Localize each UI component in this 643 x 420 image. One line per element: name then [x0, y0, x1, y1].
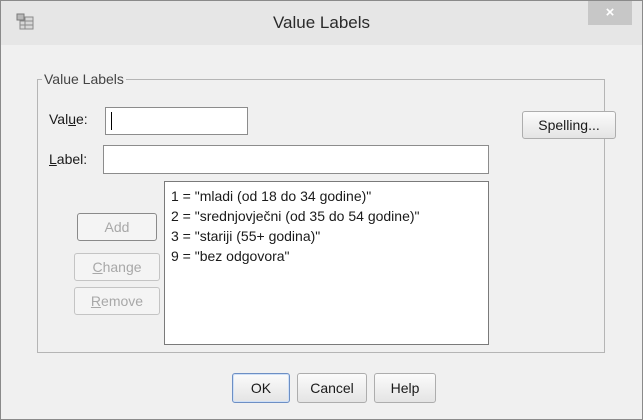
text-caret — [111, 112, 112, 130]
group-legend: Value Labels — [44, 71, 124, 87]
list-item[interactable]: 2 = "srednjovječni (od 35 do 54 godine)" — [171, 206, 488, 226]
change-button[interactable]: Change — [74, 253, 160, 281]
list-item[interactable]: 1 = "mladi (od 18 do 34 godine)" — [171, 186, 488, 206]
help-button[interactable]: Help — [374, 373, 436, 403]
list-item[interactable]: 9 = "bez odgovora" — [171, 246, 488, 266]
label-label: Label: — [49, 151, 88, 167]
value-labels-list[interactable]: 1 = "mladi (od 18 do 34 godine)" 2 = "sr… — [164, 181, 489, 345]
spelling-button[interactable]: Spelling... — [522, 111, 616, 139]
value-label: Value: — [49, 111, 88, 127]
list-item[interactable]: 3 = "stariji (55+ godina)" — [171, 226, 488, 246]
value-input[interactable] — [105, 107, 248, 135]
close-icon[interactable]: × — [588, 1, 632, 25]
window-title: Value Labels — [272, 13, 371, 32]
title-bar: Value Labels × — [1, 1, 642, 45]
value-labels-dialog: Value Labels × Value Labels Value: Label… — [0, 0, 643, 420]
label-input[interactable] — [103, 145, 489, 174]
remove-button[interactable]: Remove — [74, 287, 160, 315]
add-button[interactable]: Add — [77, 213, 157, 241]
cancel-button[interactable]: Cancel — [297, 373, 367, 403]
ok-button[interactable]: OK — [232, 373, 290, 403]
